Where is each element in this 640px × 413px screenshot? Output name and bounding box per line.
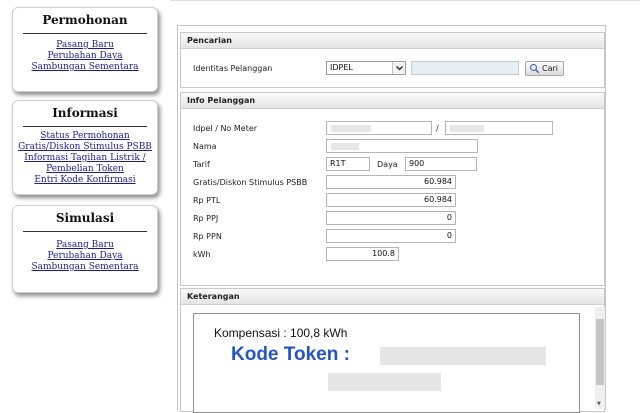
search-icon xyxy=(529,63,540,78)
main-frame: Pencarian Identitas Pelanggan IDPEL Cari… xyxy=(177,25,606,413)
daya-label: Daya xyxy=(377,160,398,169)
nama-label: Nama xyxy=(193,142,217,151)
scroll-down-arrow-icon[interactable]: ▼ xyxy=(597,402,601,407)
kompensasi-text: Kompensasi : 100,8 kWh xyxy=(214,326,348,340)
identitas-label: Identitas Pelanggan xyxy=(193,64,273,73)
link-pembelian-token[interactable]: Pembelian Token xyxy=(13,164,157,175)
nama-field[interactable] xyxy=(326,139,478,153)
info-pelanggan-header: Info Pelanggan xyxy=(181,93,604,109)
scrollbar-thumb[interactable] xyxy=(596,319,604,385)
redacted-block xyxy=(331,143,359,150)
permohonan-divider xyxy=(23,33,147,34)
tarif-label: Tarif xyxy=(193,160,210,169)
pencarian-header: Pencarian xyxy=(181,33,604,49)
redacted-block xyxy=(331,125,371,132)
informasi-divider xyxy=(23,126,147,127)
link-informasi-tagihan[interactable]: Informasi Tagihan Listrik / xyxy=(13,153,157,164)
keterangan-content: Kompensasi : 100,8 kWh Kode Token : xyxy=(193,313,580,413)
info-pelanggan-panel: Info Pelanggan Idpel / No Meter / Nama T… xyxy=(180,92,605,286)
tarif-field[interactable]: R1T xyxy=(326,157,370,171)
keterangan-header: Keterangan xyxy=(181,289,604,305)
identitas-type-select[interactable]: IDPEL xyxy=(326,61,406,75)
simulasi-divider xyxy=(23,231,147,232)
token-redacted-block xyxy=(380,347,546,365)
gratis-field[interactable]: 60.984 xyxy=(326,175,456,189)
idpel-label: Idpel / No Meter xyxy=(193,124,258,133)
permohonan-menu: Permohonan Pasang Baru Perubahan Daya Sa… xyxy=(12,7,158,92)
simulasi-title: Simulasi xyxy=(55,211,115,225)
chevron-down-icon xyxy=(392,62,405,74)
link-simulasi-pasang-baru[interactable]: Pasang Baru xyxy=(13,240,157,251)
keterangan-scrollbar[interactable]: ▼ xyxy=(595,307,605,409)
no-meter-field[interactable] xyxy=(445,121,553,135)
link-simulasi-perubahan-daya[interactable]: Perubahan Daya xyxy=(13,251,157,262)
simulasi-menu: Simulasi Pasang Baru Perubahan Daya Samb… xyxy=(12,205,158,293)
link-entri-kode-konfirmasi[interactable]: Entri Kode Konfirmasi xyxy=(13,175,157,186)
link-status-permohonan[interactable]: Status Permohonan xyxy=(13,131,157,142)
ptl-label: Rp PTL xyxy=(193,196,221,205)
informasi-title: Informasi xyxy=(52,106,118,120)
cari-button[interactable]: Cari xyxy=(525,61,564,76)
link-gratis-diskon-psbb[interactable]: Gratis/Diskon Stimulus PSBB xyxy=(13,142,157,153)
idpel-field[interactable] xyxy=(326,121,432,135)
permohonan-title: Permohonan xyxy=(42,13,128,27)
cari-button-label: Cari xyxy=(542,64,558,73)
pencarian-panel: Pencarian Identitas Pelanggan IDPEL Cari xyxy=(180,32,605,88)
ppn-field[interactable]: 0 xyxy=(326,229,456,243)
link-perubahan-daya[interactable]: Perubahan Daya xyxy=(13,51,157,62)
link-sambungan-sementara[interactable]: Sambungan Sementara xyxy=(13,62,157,73)
redacted-block xyxy=(450,125,484,132)
identitas-type-value: IDPEL xyxy=(330,63,353,72)
kwh-label: kWh xyxy=(193,250,211,259)
ptl-field[interactable]: 60.984 xyxy=(326,193,456,207)
keterangan-panel: Keterangan Kompensasi : 100,8 kWh Kode T… xyxy=(180,288,605,413)
kode-token-label: Kode Token : xyxy=(231,344,350,365)
informasi-menu: Informasi Status Permohonan Gratis/Disko… xyxy=(12,100,158,195)
kwh-field[interactable]: 100.8 xyxy=(326,247,399,261)
top-divider xyxy=(170,0,640,1)
token-redacted-block-2 xyxy=(328,373,441,391)
gratis-label: Gratis/Diskon Stimulus PSBB xyxy=(193,178,308,187)
link-pasang-baru[interactable]: Pasang Baru xyxy=(13,40,157,51)
ppj-field[interactable]: 0 xyxy=(326,211,456,225)
daya-field[interactable]: 900 xyxy=(405,157,477,171)
link-simulasi-sambungan-sementara[interactable]: Sambungan Sementara xyxy=(13,262,157,273)
ppn-label: Rp PPN xyxy=(193,232,222,241)
identitas-search-input[interactable] xyxy=(411,61,519,75)
ppj-label: Rp PPJ xyxy=(193,214,219,223)
idpel-separator: / xyxy=(436,124,439,133)
